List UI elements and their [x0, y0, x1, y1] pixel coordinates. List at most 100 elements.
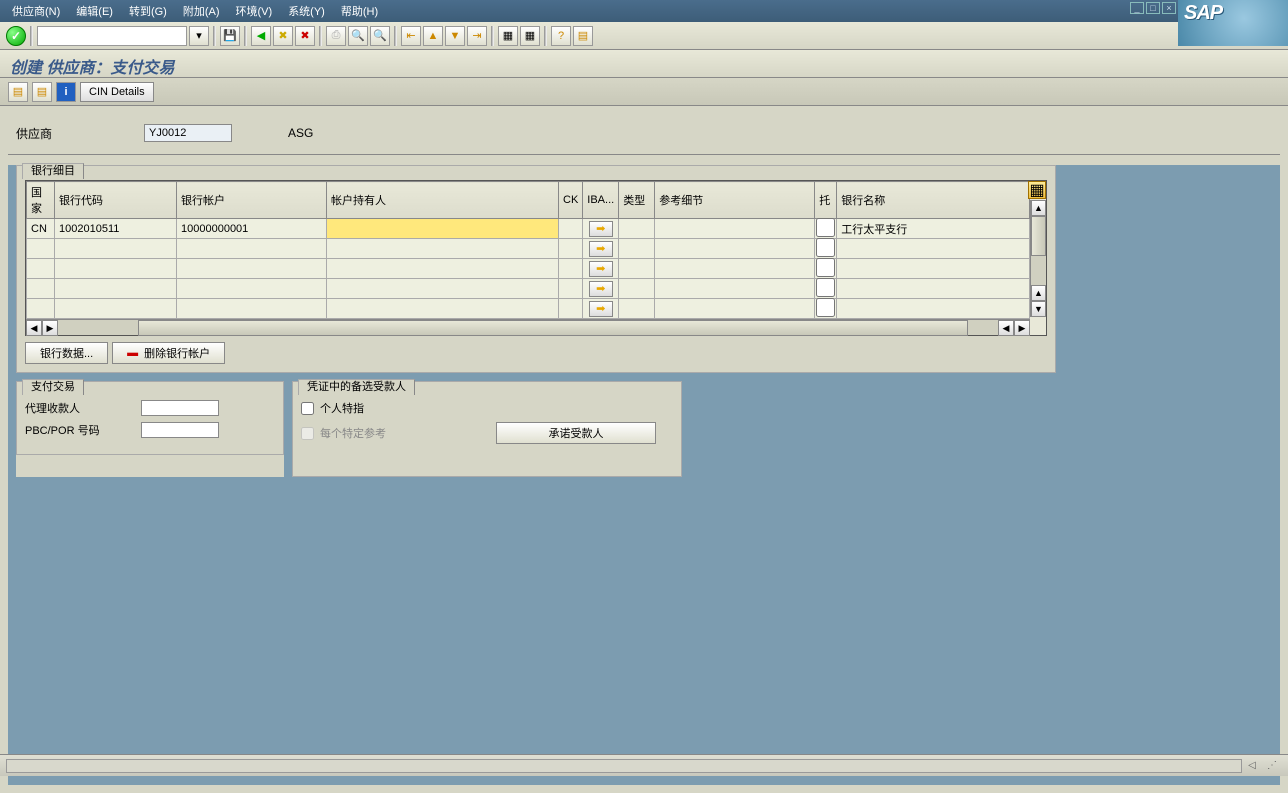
col-reference[interactable]: 参考细节 — [655, 182, 815, 219]
maximize-icon[interactable]: □ — [1146, 2, 1160, 14]
cell-bank-name[interactable] — [837, 239, 1029, 258]
cell-holder[interactable] — [327, 299, 558, 318]
cell-bank-key[interactable] — [55, 239, 176, 258]
cell-mandate-checkbox[interactable] — [815, 218, 836, 237]
scroll-up-icon[interactable]: ▲ — [1031, 200, 1046, 216]
hscroll-left-icon[interactable]: ◀ — [26, 320, 42, 336]
cell-bank-key[interactable] — [55, 279, 176, 298]
cell-holder[interactable] — [327, 219, 558, 238]
hscroll-left2-icon[interactable]: ◀ — [998, 320, 1014, 336]
iba-button[interactable]: ➡ — [589, 301, 613, 317]
menu-edit[interactable]: 编辑(E) — [68, 3, 121, 19]
cell-ck[interactable] — [559, 299, 582, 318]
cell-holder[interactable] — [327, 239, 558, 258]
cell-ck[interactable] — [559, 279, 582, 298]
cell-ck[interactable] — [559, 259, 582, 278]
cell-type[interactable] — [619, 279, 654, 298]
cell-type[interactable] — [619, 299, 654, 318]
cell-country[interactable] — [27, 279, 54, 298]
iba-button[interactable]: ➡ — [589, 281, 613, 297]
cell-bank-name[interactable] — [837, 279, 1029, 298]
cell-type[interactable] — [619, 239, 654, 258]
cell-reference[interactable] — [655, 299, 814, 318]
cell-ck[interactable] — [559, 219, 582, 238]
find-icon[interactable]: 🔍 — [348, 26, 368, 46]
iba-button[interactable]: ➡ — [589, 261, 613, 277]
scroll-thumb[interactable] — [1031, 216, 1046, 256]
layout-icon[interactable]: ▤ — [573, 26, 593, 46]
menu-help[interactable]: 帮助(H) — [333, 3, 386, 19]
cell-bank-account[interactable] — [177, 239, 326, 258]
vendor-code-field[interactable] — [144, 124, 232, 142]
cell-mandate-checkbox[interactable] — [815, 238, 836, 257]
cell-bank-account[interactable] — [177, 279, 326, 298]
cell-bank-account[interactable] — [177, 219, 326, 238]
close-icon[interactable]: × — [1162, 2, 1176, 14]
minimize-icon[interactable]: _ — [1130, 2, 1144, 14]
last-page-icon[interactable]: ⇥ — [467, 26, 487, 46]
col-bank-name[interactable]: 银行名称 — [837, 182, 1030, 219]
menu-system[interactable]: 系统(Y) — [280, 3, 333, 19]
cancel-icon[interactable]: ✖ — [295, 26, 315, 46]
status-left-icon[interactable]: ◁ — [1242, 760, 1262, 771]
individual-checkbox[interactable] — [301, 402, 314, 415]
cell-bank-key[interactable] — [55, 299, 176, 318]
table-vscroll[interactable]: ▲ ▲ ▼ — [1030, 200, 1046, 317]
table-hscroll[interactable]: ◀ ▶ ◀ ▶ — [26, 319, 1030, 335]
shortcut-icon[interactable]: ▦ — [520, 26, 540, 46]
menu-environment[interactable]: 环境(V) — [228, 3, 281, 19]
alt-payee-field[interactable] — [141, 400, 219, 416]
cell-country[interactable] — [27, 299, 54, 318]
col-type[interactable]: 类型 — [619, 182, 655, 219]
pbc-por-field[interactable] — [141, 422, 219, 438]
next-page-icon[interactable]: ▼ — [445, 26, 465, 46]
prev-page-icon[interactable]: ▲ — [423, 26, 443, 46]
dropdown-icon[interactable]: ▾ — [189, 26, 209, 46]
save-icon[interactable]: 💾 — [220, 26, 240, 46]
col-holder[interactable]: 帐户持有人 — [327, 182, 559, 219]
col-iba[interactable]: IBA... — [583, 182, 619, 219]
cell-bank-name[interactable] — [837, 219, 1029, 238]
cell-country[interactable] — [27, 219, 54, 238]
cell-country[interactable] — [27, 259, 54, 278]
col-country[interactable]: 国家 — [27, 182, 55, 219]
cell-bank-account[interactable] — [177, 299, 326, 318]
info-icon[interactable]: i — [56, 82, 76, 102]
enter-icon[interactable]: ✓ — [6, 26, 26, 46]
command-field[interactable] — [37, 26, 187, 46]
cell-mandate-checkbox[interactable] — [815, 298, 836, 317]
menu-vendor[interactable]: 供应商(N) — [4, 3, 68, 19]
cell-bank-name[interactable] — [837, 299, 1029, 318]
cell-bank-account[interactable] — [177, 259, 326, 278]
first-page-icon[interactable]: ⇤ — [401, 26, 421, 46]
iba-button[interactable]: ➡ — [589, 241, 613, 257]
find-next-icon[interactable]: 🔍 — [370, 26, 390, 46]
col-mandate[interactable]: 托 — [815, 182, 837, 219]
menu-extras[interactable]: 附加(A) — [175, 3, 228, 19]
cell-holder[interactable] — [327, 259, 558, 278]
back-icon[interactable]: ◀ — [251, 26, 271, 46]
cell-type[interactable] — [619, 219, 654, 238]
col-ck[interactable]: CK — [559, 182, 583, 219]
col-bank-key[interactable]: 银行代码 — [55, 182, 177, 219]
cell-holder[interactable] — [327, 279, 558, 298]
cell-bank-key[interactable] — [55, 259, 176, 278]
help-icon[interactable]: ? — [551, 26, 571, 46]
exit-icon[interactable]: ✖ — [273, 26, 293, 46]
table-config-icon[interactable]: ▦ — [1028, 181, 1046, 199]
bank-data-button[interactable]: 银行数据... — [25, 342, 108, 364]
hscroll-thumb[interactable] — [138, 320, 968, 336]
scroll-down2-icon[interactable]: ▼ — [1031, 301, 1046, 317]
hscroll-right-step-icon[interactable]: ▶ — [42, 320, 58, 336]
cell-bank-key[interactable] — [55, 219, 176, 238]
col-bank-account[interactable]: 银行帐户 — [177, 182, 327, 219]
other-vendor-icon[interactable]: ▤ — [8, 82, 28, 102]
cell-type[interactable] — [619, 259, 654, 278]
cell-reference[interactable] — [655, 219, 814, 238]
cell-bank-name[interactable] — [837, 259, 1029, 278]
cell-reference[interactable] — [655, 259, 814, 278]
cell-mandate-checkbox[interactable] — [815, 258, 836, 277]
new-session-icon[interactable]: ▦ — [498, 26, 518, 46]
cell-reference[interactable] — [655, 239, 814, 258]
delete-bank-button[interactable]: ▬ 删除银行帐户 — [112, 342, 225, 364]
